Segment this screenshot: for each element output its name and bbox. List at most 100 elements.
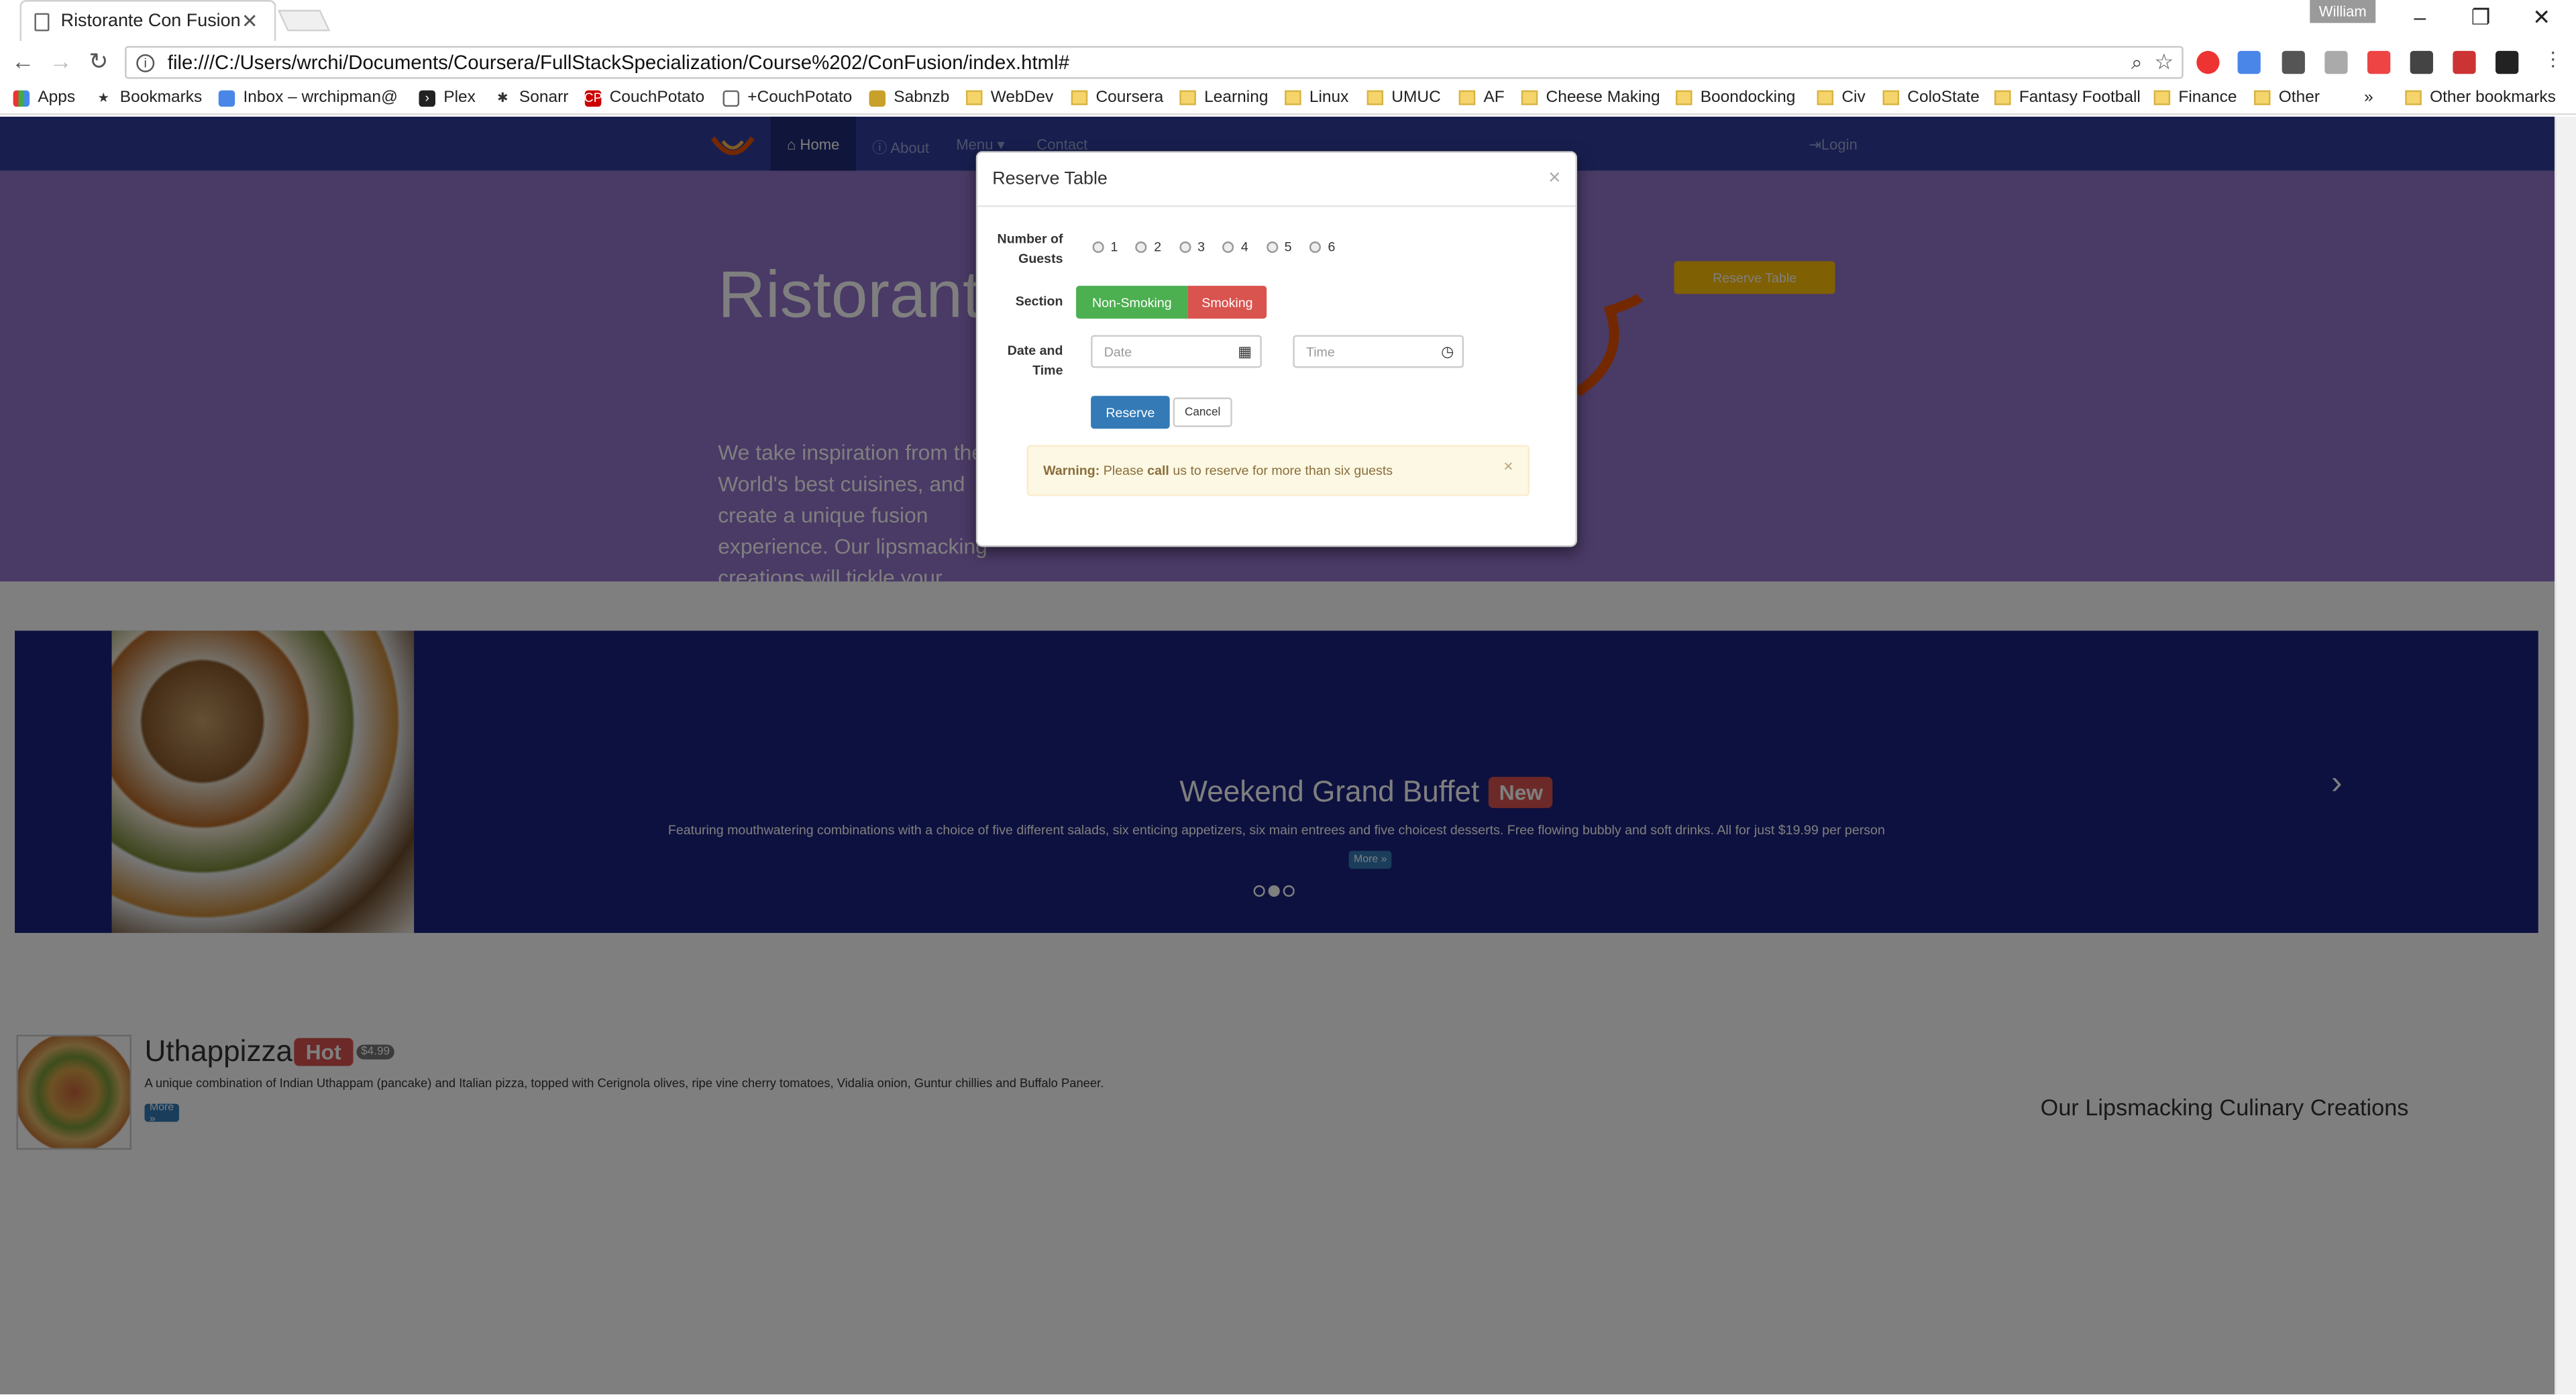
- page-icon: [722, 89, 740, 106]
- minimize-icon[interactable]: –: [2396, 5, 2445, 30]
- bookmark-folder-umuc[interactable]: UMUC: [1366, 89, 1441, 107]
- restore-icon[interactable]: ❐: [2456, 5, 2505, 31]
- warning-call: call: [1147, 463, 1169, 478]
- guest-option-6[interactable]: 6: [1309, 240, 1335, 255]
- forward-arrow-icon[interactable]: →: [46, 48, 76, 74]
- bookmark-folder-cheese-making[interactable]: Cheese Making: [1521, 89, 1660, 107]
- bookmark-star-icon[interactable]: ☆: [2154, 49, 2174, 75]
- more-menu-icon[interactable]: ⋮: [2538, 48, 2568, 70]
- bookmark-folder-finance[interactable]: Finance: [2153, 89, 2237, 107]
- bookmark-folder-boondocking[interactable]: Boondocking: [1675, 89, 1795, 107]
- bookmarks-bar: Apps ★ Bookmarks Inbox – wrchipman@ › Plex…: [0, 83, 2576, 115]
- guest-option-1[interactable]: 1: [1092, 240, 1118, 255]
- zoom-icon[interactable]: ⌕: [2131, 51, 2142, 76]
- tab-close-icon[interactable]: ✕: [241, 10, 258, 33]
- bookmarks-overflow-chevron[interactable]: »: [2364, 89, 2373, 107]
- calendar-icon: ▦: [1238, 343, 1252, 360]
- radio-icon: [1179, 241, 1191, 254]
- non-smoking-button[interactable]: Non-Smoking: [1076, 286, 1188, 319]
- warning-text-pre: Please: [1103, 463, 1144, 478]
- tab-title: Ristorante Con Fusion: [60, 11, 241, 32]
- bookmark-folder-colostate[interactable]: ColoState: [1882, 89, 1980, 107]
- bookmark-folder-other-bookmarks[interactable]: Other bookmarks: [2405, 89, 2556, 107]
- url-text: file:///C:/Users/wrchi/Documents/Courser…: [167, 50, 1070, 74]
- section-toggle: Non-Smoking Smoking: [1076, 286, 1267, 319]
- bookmark-folder-learning[interactable]: Learning: [1179, 89, 1268, 107]
- bookmark-inbox[interactable]: Inbox – wrchipman@: [218, 89, 398, 107]
- bookmark-sonarr[interactable]: ✱ Sonarr: [494, 89, 568, 107]
- datetime-label: Date and Time: [1007, 343, 1063, 378]
- folder-icon: [966, 90, 983, 105]
- folder-icon: [1882, 90, 1900, 105]
- lastpass-extension-icon[interactable]: [2453, 50, 2476, 74]
- bookmark-pluscouchpotato[interactable]: +CouchPotato: [722, 89, 852, 107]
- bookmark-couchpotato[interactable]: CP CouchPotato: [584, 89, 704, 107]
- warning-label: Warning:: [1043, 463, 1100, 478]
- modal-title: Reserve Table: [992, 169, 1108, 189]
- bookmark-folder-webdev[interactable]: WebDev: [966, 89, 1053, 107]
- guests-radio-group: 1 2 3 4 5 6: [1092, 240, 1354, 255]
- folder-icon: [1458, 90, 1476, 105]
- bookmark-plex[interactable]: › Plex: [419, 89, 476, 107]
- drive-extension-icon[interactable]: [2324, 50, 2348, 74]
- section-label: Section: [1015, 294, 1063, 309]
- profile-badge[interactable]: William: [2310, 0, 2376, 23]
- browser-tab[interactable]: Ristorante Con Fusion ✕: [19, 0, 276, 42]
- time-input[interactable]: Time ◷: [1293, 335, 1464, 368]
- bookmark-folder-linux[interactable]: Linux: [1285, 89, 1348, 107]
- warning-alert: Warning: Please call us to reserve for m…: [1026, 445, 1530, 496]
- folder-icon: [1285, 90, 1301, 105]
- tab-bar: Ristorante Con Fusion ✕ William – ❐ ✕: [0, 0, 2576, 42]
- folder-icon: [1071, 90, 1088, 105]
- inbox-icon: [218, 89, 235, 106]
- sonarr-icon: ✱: [497, 90, 508, 105]
- bookmark-sabnzb[interactable]: Sabnzb: [869, 89, 949, 107]
- toolbar: ← → ↻ i file:///C:/Users/wrchi/Documents…: [0, 41, 2576, 84]
- guest-option-2[interactable]: 2: [1136, 240, 1161, 255]
- folder-icon: [1994, 90, 2011, 105]
- bookmark-folder-civ[interactable]: Civ: [1817, 89, 1866, 107]
- guest-option-3[interactable]: 3: [1179, 240, 1205, 255]
- page-scrollbar[interactable]: [2555, 116, 2576, 1395]
- couchpotato-icon: CP: [584, 89, 602, 106]
- mail-extension-icon[interactable]: [2410, 50, 2433, 74]
- time-placeholder: Time: [1305, 344, 1335, 359]
- address-bar[interactable]: i file:///C:/Users/wrchi/Documents/Cours…: [125, 46, 2184, 79]
- new-tab-button[interactable]: [277, 9, 331, 32]
- reload-icon[interactable]: ↻: [84, 48, 113, 76]
- folder-icon: [2254, 90, 2271, 105]
- bookmark-folder-other[interactable]: Other: [2254, 89, 2320, 107]
- translate-extension-icon[interactable]: [2237, 50, 2261, 74]
- close-window-icon[interactable]: ✕: [2517, 5, 2566, 31]
- smoking-button[interactable]: Smoking: [1187, 286, 1267, 319]
- close-icon[interactable]: ×: [1503, 458, 1513, 476]
- bookmark-folder-af[interactable]: AF: [1458, 89, 1505, 107]
- bookmark-folder-coursera[interactable]: Coursera: [1071, 89, 1163, 107]
- apps-icon: [13, 89, 30, 106]
- date-input[interactable]: Date ▦: [1091, 335, 1262, 368]
- browser-window: Ristorante Con Fusion ✕ William – ❐ ✕ ← …: [0, 0, 2576, 1395]
- printer-extension-icon[interactable]: [2282, 50, 2305, 74]
- opera-extension-icon[interactable]: [2196, 50, 2220, 74]
- bookmark-apps[interactable]: Apps: [13, 89, 76, 107]
- bookmark-folder-fantasy-football[interactable]: Fantasy Football: [1994, 89, 2141, 107]
- radio-icon: [1092, 241, 1104, 254]
- red-extension-icon[interactable]: [2367, 50, 2391, 74]
- guest-option-5[interactable]: 5: [1266, 240, 1292, 255]
- bookmark-bookmarks[interactable]: ★ Bookmarks: [95, 89, 202, 107]
- modal-backdrop[interactable]: Reserve Table × Number of Guests 1 2 3 4…: [0, 116, 2555, 1395]
- folder-icon: [1179, 90, 1196, 105]
- notification-extension-icon[interactable]: [2496, 50, 2519, 74]
- back-arrow-icon[interactable]: ←: [8, 48, 38, 74]
- close-icon[interactable]: ×: [1548, 164, 1561, 189]
- cancel-button[interactable]: Cancel: [1173, 397, 1232, 427]
- date-placeholder: Date: [1104, 344, 1132, 359]
- radio-icon: [1266, 241, 1278, 254]
- guest-option-4[interactable]: 4: [1222, 240, 1248, 255]
- folder-icon: [2153, 90, 2171, 105]
- radio-icon: [1309, 241, 1322, 254]
- info-icon[interactable]: i: [136, 53, 155, 72]
- warning-text-post: us to reserve for more than six guests: [1173, 463, 1393, 478]
- web-page: ⌂ Home ⓘ About Menu ▾ Contact ⇥Login Ris…: [0, 116, 2555, 1395]
- reserve-button[interactable]: Reserve: [1091, 396, 1170, 429]
